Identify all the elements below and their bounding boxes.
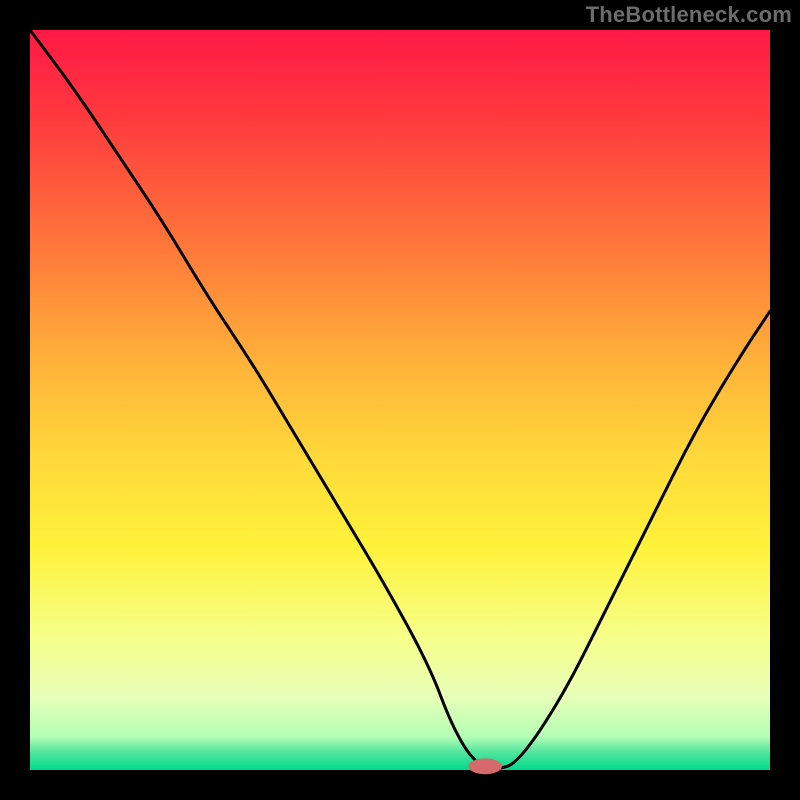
minimum-marker <box>469 759 502 774</box>
chart-frame: { "watermark": "TheBottleneck.com", "col… <box>0 0 800 800</box>
watermark-text: TheBottleneck.com <box>586 2 792 28</box>
gradient-background <box>30 30 770 770</box>
bottleneck-chart <box>0 0 800 800</box>
